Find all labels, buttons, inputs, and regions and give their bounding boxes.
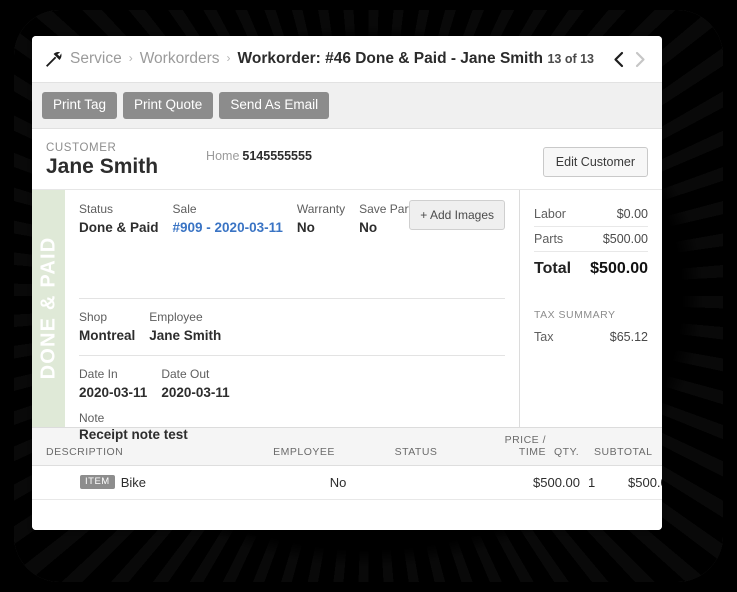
app-window: Service › Workorders › Workorder: #46 Do…: [32, 36, 662, 530]
cell-subtotal: $500.00: [628, 474, 662, 490]
customer-phone: Home 5145555555: [206, 149, 312, 163]
field-employee-value: Jane Smith: [149, 328, 222, 344]
field-date-out: Date Out 2020-03-11: [161, 365, 229, 403]
field-date-out-value: 2020-03-11: [161, 384, 230, 400]
field-warranty-label: Warranty: [296, 201, 346, 216]
field-employee-label: Employee: [149, 310, 203, 325]
chevron-left-icon[interactable]: [608, 48, 628, 70]
parts-amount: $500.00: [602, 231, 648, 246]
cell-price: $500.00: [533, 474, 580, 490]
field-employee: Employee Jane Smith: [149, 308, 221, 346]
labor-amount: $0.00: [616, 206, 648, 221]
field-date-in: Date In 2020-03-11: [79, 365, 147, 403]
customer-phone-label: Home: [206, 148, 240, 163]
field-note-label: Note: [79, 411, 105, 426]
status-badge: ITEM: [80, 474, 115, 490]
details-gap: [79, 246, 505, 298]
status-banner: DONE & PAID: [32, 189, 65, 427]
breadcrumb-item-workorders[interactable]: Workorders: [140, 50, 220, 68]
action-toolbar: Print Tag Print Quote Send As Email: [32, 83, 662, 129]
totals-panel: Labor $0.00 Parts $500.00 Total $500.00 …: [520, 190, 662, 427]
breadcrumb: Service › Workorders › Workorder: #46 Do…: [32, 36, 662, 83]
field-shop: Shop Montreal: [79, 308, 135, 346]
chevron-right-icon[interactable]: [630, 48, 650, 70]
table-row[interactable]: ITEM Bike No $500.00 1 $500.00: [32, 466, 662, 500]
pager-count: 13 of 13: [547, 52, 594, 66]
field-sale: Sale #909 - 2020-03-11: [173, 200, 283, 238]
status-banner-label: DONE & PAID: [37, 236, 59, 380]
field-status-value: Done & Paid: [79, 219, 159, 235]
field-shop-value: Montreal: [79, 328, 136, 344]
tax-label: Tax: [534, 329, 554, 344]
totals-row-tax: Tax $65.12: [534, 327, 648, 347]
tax-amount: $65.12: [609, 329, 648, 344]
field-status-label: Status: [79, 201, 114, 216]
totals-row-total: Total $500.00: [534, 252, 648, 283]
details-dates-section: Date In 2020-03-11 Date Out 2020-03-11: [79, 356, 505, 412]
field-warranty: Warranty No: [297, 200, 345, 238]
tax-summary-heading: TAX SUMMARY: [534, 308, 616, 321]
breadcrumb-separator: ›: [226, 51, 231, 65]
totals-row-labor: Labor $0.00: [534, 202, 648, 227]
details-note-section: Note Receipt note test: [79, 411, 505, 451]
details-shop-section: Shop Montreal Employee Jane Smith: [79, 299, 505, 355]
field-note-value: Receipt note test: [79, 427, 188, 443]
customer-phone-value: 5145555555: [242, 148, 312, 163]
breadcrumb-item-current: Workorder: #46 Done & Paid - Jane Smith: [237, 50, 543, 67]
customer-identity: CUSTOMER Jane Smith: [46, 141, 158, 179]
customer-label: CUSTOMER: [46, 141, 117, 154]
print-quote-button[interactable]: Print Quote: [123, 92, 214, 119]
hammer-icon: [42, 48, 64, 70]
field-status: Status Done & Paid: [79, 200, 159, 238]
field-date-in-value: 2020-03-11: [79, 384, 148, 400]
customer-name: Jane Smith: [46, 154, 159, 178]
cell-employee: No: [329, 474, 347, 490]
field-sale-label: Sale: [172, 201, 197, 216]
print-tag-button[interactable]: Print Tag: [42, 92, 118, 119]
labor-label: Labor: [534, 206, 566, 221]
column-header-price-line2: TIME: [518, 445, 546, 458]
workorder-body: DONE & PAID + Add Images Status Done & P…: [32, 189, 662, 442]
parts-label: Parts: [534, 231, 564, 246]
cell-qty: 1: [588, 474, 596, 490]
total-label: Total: [534, 259, 572, 277]
field-date-out-label: Date Out: [161, 366, 210, 381]
column-header-qty: QTY.: [554, 445, 580, 458]
breadcrumb-separator: ›: [128, 51, 133, 65]
add-images-button[interactable]: + Add Images: [409, 199, 505, 230]
field-date-in-label: Date In: [79, 366, 118, 381]
breadcrumb-item-service[interactable]: Service: [70, 50, 122, 68]
total-amount: $500.00: [590, 259, 648, 277]
field-sale-link[interactable]: #909 - 2020-03-11: [173, 218, 283, 238]
cell-description: ITEM Bike: [46, 475, 276, 490]
workorder-details: + Add Images Status Done & Paid Sale #90…: [65, 189, 520, 442]
totals-row-parts: Parts $500.00: [534, 227, 648, 252]
field-shop-label: Shop: [79, 310, 108, 325]
table-empty-space: [32, 499, 662, 530]
cell-description-text: Bike: [120, 474, 146, 490]
field-warranty-value: No: [296, 219, 315, 235]
send-as-email-button[interactable]: Send As Email: [219, 92, 330, 119]
column-header-subtotal: SUBTOTAL: [594, 445, 653, 458]
column-header-price-line1: PRICE /: [504, 433, 546, 446]
customer-header: CUSTOMER Jane Smith Home 5145555555 Edit …: [32, 129, 662, 190]
edit-customer-button[interactable]: Edit Customer: [542, 146, 648, 177]
